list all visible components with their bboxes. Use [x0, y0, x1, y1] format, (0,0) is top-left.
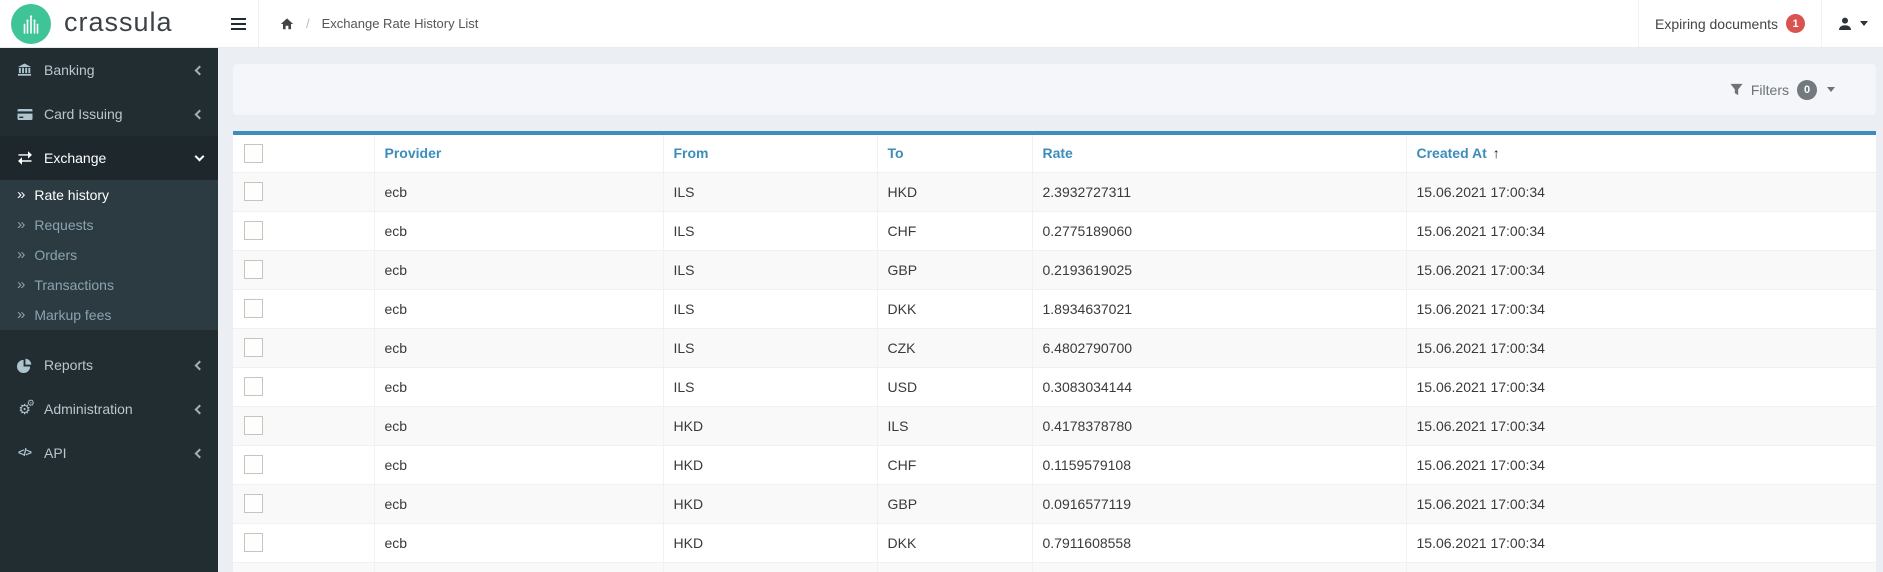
table-row-partial	[233, 562, 1876, 572]
table-row: ecb ILS GBP 0.2193619025 15.06.2021 17:0…	[233, 250, 1876, 290]
sidebar-subitem-label: Requests	[34, 217, 94, 233]
sidebar-subitem-label: Transactions	[34, 277, 114, 293]
column-header-created-at[interactable]: Created At ↑	[1406, 135, 1876, 173]
row-checkbox[interactable]	[244, 182, 263, 201]
pie-chart-icon	[15, 358, 34, 373]
table-header-row: Provider From To Rate Created At ↑	[233, 135, 1876, 173]
chevron-left-icon	[194, 404, 205, 414]
sidebar-item-markup-fees[interactable]: » Markup fees	[0, 300, 218, 330]
brand-logo[interactable]: crassula	[0, 0, 218, 47]
row-checkbox[interactable]	[244, 377, 263, 396]
crassula-logo-icon	[11, 3, 51, 44]
top-navbar: crassula / Exchange Rate History List Ex…	[0, 0, 1883, 48]
double-angle-right-icon: »	[17, 215, 26, 233]
row-checkbox[interactable]	[244, 299, 263, 318]
hamburger-icon	[230, 17, 246, 20]
sidebar-item-label: API	[44, 445, 67, 461]
sidebar-item-label: Reports	[44, 357, 94, 373]
chevron-left-icon	[194, 109, 205, 119]
table-row: ecb ILS CZK 6.4802790700 15.06.2021 17:0…	[233, 328, 1876, 368]
row-checkbox[interactable]	[244, 260, 263, 279]
row-checkbox[interactable]	[244, 533, 263, 552]
filters-button[interactable]: Filters 0	[1730, 79, 1835, 100]
column-header-rate[interactable]: Rate	[1032, 135, 1407, 173]
sidebar-item-transactions[interactable]: » Transactions	[0, 270, 218, 300]
exchange-submenu: » Rate history » Requests » Orders » Tra…	[0, 180, 218, 330]
table-row: ecb ILS CHF 0.2775189060 15.06.2021 17:0…	[233, 211, 1876, 251]
sidebar-item-rate-history[interactable]: » Rate history	[0, 180, 218, 210]
table-row: ecb HKD ILS 0.4178378780 15.06.2021 17:0…	[233, 406, 1876, 446]
sidebar-subitem-label: Markup fees	[34, 307, 112, 323]
rate-history-table: Provider From To Rate Created At ↑ ecb IL…	[233, 135, 1876, 572]
row-checkbox[interactable]	[244, 221, 263, 240]
row-checkbox[interactable]	[244, 338, 263, 357]
select-all-cell	[233, 135, 375, 173]
column-header-from[interactable]: From	[663, 135, 878, 173]
chevron-down-icon	[1827, 87, 1835, 92]
chevron-down-icon	[194, 151, 205, 162]
sidebar-item-requests[interactable]: » Requests	[0, 210, 218, 240]
table-row: ecb ILS HKD 2.3932727311 15.06.2021 17:0…	[233, 172, 1876, 212]
home-icon[interactable]	[280, 17, 294, 31]
sidebar-item-label: Card Issuing	[44, 106, 123, 122]
chevron-left-icon	[194, 360, 205, 370]
credit-card-icon	[15, 108, 34, 121]
sidebar-subitem-label: Orders	[34, 247, 78, 263]
breadcrumb-page-title: Exchange Rate History List	[321, 16, 479, 31]
gears-icon: ⚙ ⚙	[18, 398, 35, 417]
column-header-provider[interactable]: Provider	[374, 135, 664, 173]
select-all-checkbox[interactable]	[244, 143, 263, 163]
table-row: ecb HKD CHF 0.1159579108 15.06.2021 17:0…	[233, 445, 1876, 485]
sidebar-item-label: Exchange	[44, 150, 107, 166]
table-row: ecb HKD GBP 0.0916577119 15.06.2021 17:0…	[233, 484, 1876, 524]
rate-history-table-card: Provider From To Rate Created At ↑ ecb IL…	[233, 131, 1876, 572]
expiring-documents-label: Expiring documents	[1655, 15, 1778, 32]
sort-ascending-icon: ↑	[1492, 145, 1500, 162]
table-row: ecb ILS USD 0.3083034144 15.06.2021 17:0…	[233, 367, 1876, 407]
user-icon	[1837, 16, 1853, 32]
sidebar-item-orders[interactable]: » Orders	[0, 240, 218, 270]
double-angle-right-icon: »	[17, 275, 26, 293]
brand-name: crassula	[64, 6, 173, 37]
sidebar-item-label: Administration	[44, 401, 133, 417]
exchange-arrows-icon	[15, 151, 34, 165]
sidebar-item-label: Banking	[44, 62, 95, 78]
main-content: Filters 0 Provider From To Rate Created …	[218, 48, 1883, 572]
sidebar-item-exchange[interactable]: Exchange	[0, 136, 218, 180]
chevron-left-icon	[194, 448, 205, 458]
row-checkbox[interactable]	[244, 416, 263, 435]
filters-label: Filters	[1750, 81, 1789, 98]
filters-panel: Filters 0	[233, 64, 1876, 115]
breadcrumb-separator: /	[306, 16, 310, 31]
table-row: ecb HKD DKK 0.7911608558 15.06.2021 17:0…	[233, 523, 1876, 563]
double-angle-right-icon: »	[17, 185, 26, 203]
breadcrumb: / Exchange Rate History List	[280, 0, 478, 47]
navbar-right: Expiring documents 1	[1638, 0, 1883, 47]
code-icon: </>	[18, 447, 32, 459]
sidebar: Banking Card Issuing Exchange » Rate his…	[0, 48, 218, 572]
user-menu-button[interactable]	[1822, 0, 1883, 47]
expiring-documents-link[interactable]: Expiring documents 1	[1638, 0, 1822, 47]
chevron-down-icon	[1860, 21, 1868, 26]
filter-funnel-icon	[1730, 83, 1743, 96]
expiring-count-badge: 1	[1786, 14, 1805, 33]
sidebar-subitem-label: Rate history	[34, 187, 110, 203]
sidebar-item-card-issuing[interactable]: Card Issuing	[0, 92, 218, 136]
table-row: ecb ILS DKK 1.8934637021 15.06.2021 17:0…	[233, 289, 1876, 329]
sidebar-item-banking[interactable]: Banking	[0, 48, 218, 92]
row-checkbox[interactable]	[244, 455, 263, 474]
row-checkbox[interactable]	[244, 494, 263, 513]
sidebar-item-reports[interactable]: Reports	[0, 343, 218, 387]
chevron-left-icon	[194, 65, 205, 75]
sidebar-toggle-button[interactable]	[218, 0, 259, 47]
double-angle-right-icon: »	[17, 305, 26, 323]
bank-icon	[15, 63, 34, 77]
filters-count-badge: 0	[1797, 79, 1817, 100]
column-header-to[interactable]: To	[877, 135, 1033, 173]
sidebar-item-administration[interactable]: ⚙ ⚙ Administration	[0, 387, 218, 431]
double-angle-right-icon: »	[17, 245, 26, 263]
sidebar-item-api[interactable]: </> API	[0, 431, 218, 475]
